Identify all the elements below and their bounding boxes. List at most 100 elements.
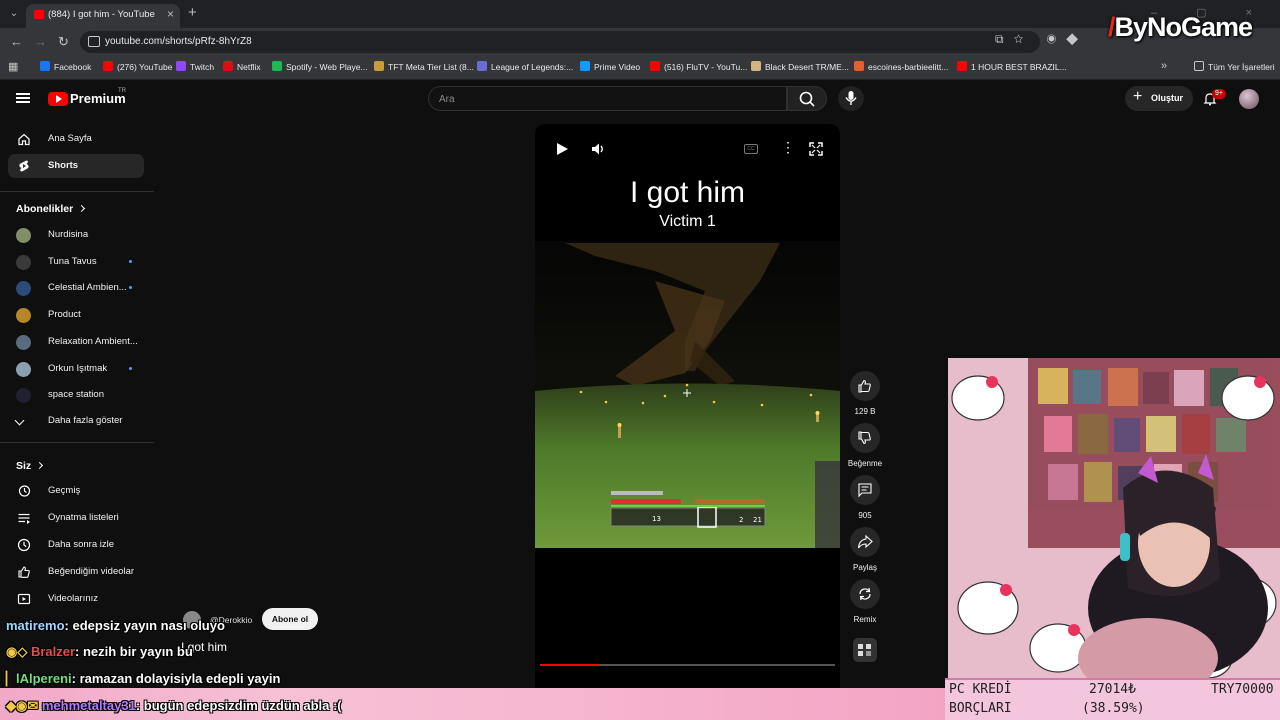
apps-grid-icon[interactable]: ▦ xyxy=(8,60,18,73)
sidebar-item-label: Beğendiğim videolar xyxy=(48,566,135,577)
all-bookmarks-link[interactable]: Tüm Yer İşaretleri xyxy=(1194,61,1275,75)
reload-icon[interactable]: ↻ xyxy=(58,34,69,50)
ticker-label-line1: PC KREDİ xyxy=(949,682,1012,697)
account-avatar[interactable] xyxy=(1239,89,1259,109)
chat-text: : edepsiz yayın nası oluyo xyxy=(64,618,225,633)
bookmark-favicon-icon xyxy=(272,61,282,71)
sidebar-item-subscription[interactable]: Relaxation Ambient... xyxy=(8,330,144,354)
extension-icons[interactable]: ⧉☆ ◉◆ xyxy=(995,32,1088,47)
bookmark-item[interactable]: Facebook xyxy=(40,61,91,75)
sidebar-item-label: space station xyxy=(48,389,104,401)
sidebar-item-label: Relaxation Ambient... xyxy=(48,335,138,347)
bookmark-item[interactable]: escoines-barbieelitt... xyxy=(854,61,948,75)
tab-close-icon[interactable]: × xyxy=(167,7,174,21)
sidebar-item-home[interactable]: Ana Sayfa xyxy=(8,127,144,151)
bookmark-item[interactable]: TFT Meta Tier List (8... xyxy=(374,61,474,75)
volume-icon[interactable] xyxy=(591,142,607,156)
sidebar-item-liked-videos[interactable]: Beğendiğim videolar xyxy=(8,560,144,584)
sidebar-item-your-videos[interactable]: Videolarınız xyxy=(8,587,144,611)
progress-fill xyxy=(540,664,599,666)
share-label: Paylaş xyxy=(852,563,877,572)
more-options-icon[interactable]: ⋮ xyxy=(781,140,795,154)
bookmark-label: Prime Video xyxy=(594,62,641,72)
new-content-dot xyxy=(129,259,132,263)
sidebar-item-subscription[interactable]: Nurdisina xyxy=(8,223,144,247)
you-header[interactable]: Siz xyxy=(16,460,44,472)
forward-icon[interactable]: → xyxy=(34,34,47,49)
bookmark-item[interactable]: Netflix xyxy=(223,61,261,75)
sidebar-item-subscription[interactable]: Product xyxy=(8,303,144,327)
sidebar-item-watch-later[interactable]: Daha sonra izle xyxy=(8,533,144,557)
bookmark-favicon-icon xyxy=(751,61,761,71)
back-icon[interactable]: ← xyxy=(10,34,23,49)
dislike-button[interactable]: Beğenme xyxy=(848,423,882,468)
sound-button[interactable] xyxy=(849,638,881,662)
tab-title: (884) I got him - YouTube xyxy=(48,9,155,20)
create-button[interactable]: + Oluştur xyxy=(1125,86,1193,111)
youtube-header: Premium TR + Oluştur 9+ xyxy=(0,80,1280,118)
share-button[interactable]: Paylaş xyxy=(849,527,881,572)
bookmark-item[interactable]: 1 HOUR BEST BRAZIL... xyxy=(957,61,1067,75)
search-icon xyxy=(799,91,815,107)
create-label: Oluştur xyxy=(1151,93,1184,103)
fullscreen-icon[interactable] xyxy=(809,142,823,156)
shorts-player[interactable]: CC ⋮ I got him Victim 1 13 2 21 xyxy=(535,124,840,548)
sidebar-item-subscription[interactable]: space station xyxy=(8,383,144,407)
subscriptions-header[interactable]: Abonelikler xyxy=(16,203,86,215)
show-more-button[interactable]: Daha fazla göster xyxy=(8,409,144,433)
ticker-amount: 27014₺ xyxy=(1089,682,1136,697)
url-field[interactable]: youtube.com/shorts/pRfz-8hYrZ8 xyxy=(80,31,1040,53)
bookmark-label: (516) FluTV - YouTu... xyxy=(664,62,748,72)
sidebar-item-subscription[interactable]: Tuna Tavus xyxy=(8,250,144,274)
search-button[interactable] xyxy=(787,86,827,111)
site-info-icon[interactable] xyxy=(88,36,100,47)
sidebar-item-subscription[interactable]: Orkun Işıtmak xyxy=(8,357,144,381)
browser-tab[interactable]: (884) I got him - YouTube × xyxy=(26,4,180,28)
bookmark-item[interactable]: Spotify - Web Playe... xyxy=(272,61,368,75)
subscribe-button[interactable]: Abone ol xyxy=(262,608,318,630)
channel-avatar xyxy=(16,228,31,243)
ticker-label-line2: BORÇLARI xyxy=(949,701,1012,716)
sidebar-item-history[interactable]: Geçmiş xyxy=(8,479,144,503)
search-input[interactable] xyxy=(439,91,769,107)
youtube-logo-icon[interactable] xyxy=(48,92,68,106)
watermark-text: ByNoGame xyxy=(1114,12,1254,42)
bookmarks-overflow-icon[interactable]: » xyxy=(1161,60,1167,72)
bookmark-label: Twitch xyxy=(190,62,215,72)
youtube-favicon-icon xyxy=(34,10,44,19)
bookmark-favicon-icon xyxy=(477,61,487,71)
bookmark-item[interactable]: Twitch xyxy=(176,61,214,75)
channel-avatar xyxy=(16,388,31,404)
bookmark-item[interactable]: Prime Video xyxy=(580,61,640,75)
play-icon[interactable] xyxy=(555,142,569,156)
bookmark-favicon-icon xyxy=(854,61,864,71)
bookmark-item[interactable]: Black Desert TR/ME... xyxy=(751,61,849,75)
sidebar-item-shorts[interactable]: Shorts xyxy=(8,154,144,178)
sidebar-item-subscription[interactable]: Celestial Ambien... xyxy=(8,276,144,300)
all-bookmarks-label: Tüm Yer İşaretleri xyxy=(1208,62,1275,72)
menu-icon[interactable] xyxy=(16,93,30,103)
sidebar-item-playlists[interactable]: Oynatma listeleri xyxy=(8,506,144,530)
tab-search-icon[interactable]: ⌄ xyxy=(6,6,22,22)
minecraft-scene: 13 2 21 xyxy=(535,241,840,548)
bookmark-item[interactable]: League of Legends:... xyxy=(477,61,573,75)
voice-search-button[interactable] xyxy=(838,86,864,111)
video-progress-bar[interactable] xyxy=(540,664,835,666)
sidebar-item-label: Oynatma listeleri xyxy=(48,512,119,523)
bookmark-label: Facebook xyxy=(54,62,92,72)
comments-button[interactable]: 905 xyxy=(849,475,881,520)
sidebar-item-label: Geçmiş xyxy=(48,485,81,496)
captions-icon[interactable]: CC xyxy=(744,144,758,154)
chat-message: ▏lAlpereni: ramazan dolayisiyla edepli y… xyxy=(6,671,280,687)
sidebar-item-label: Nurdisina xyxy=(48,229,89,240)
like-button[interactable]: 129 B xyxy=(849,371,881,416)
sidebar-item-label: Orkun Işıtmak xyxy=(48,362,108,374)
bookmark-item[interactable]: (516) FluTV - YouTu... xyxy=(650,61,747,75)
new-tab-icon[interactable]: + xyxy=(188,4,197,21)
ticker-percent: (38.59%) xyxy=(1082,701,1145,716)
bookmark-label: TFT Meta Tier List (8... xyxy=(388,62,474,72)
channel-avatar xyxy=(16,334,31,350)
bookmark-item[interactable]: (276) YouTube xyxy=(103,61,172,75)
bookmark-favicon-icon xyxy=(650,61,660,71)
remix-button[interactable]: Remix xyxy=(849,579,881,624)
